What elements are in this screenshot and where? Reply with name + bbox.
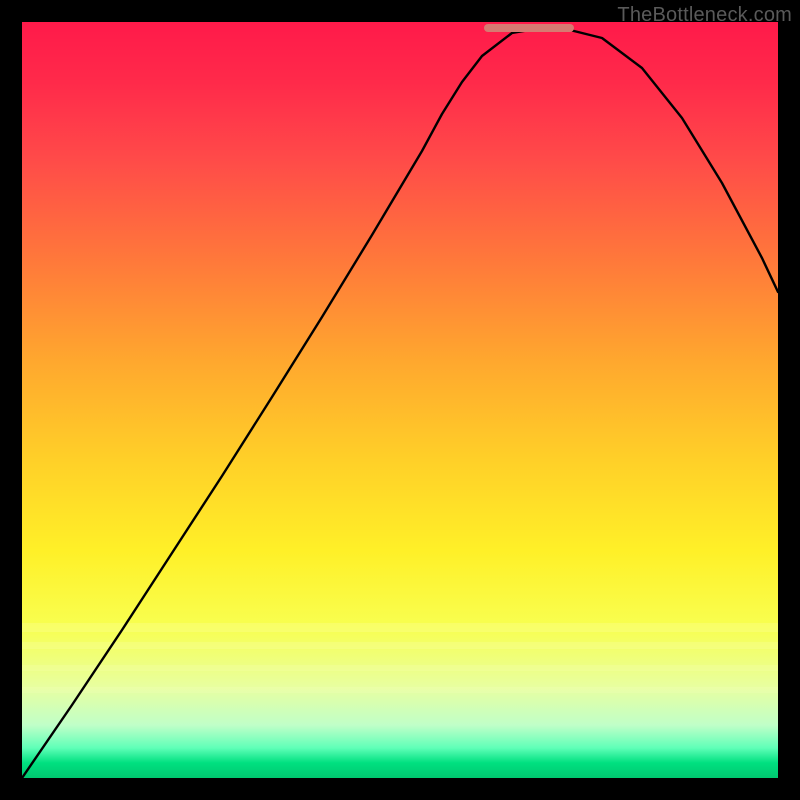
highlight-band-2: [22, 642, 778, 650]
chart-frame: TheBottleneck.com: [0, 0, 800, 800]
highlight-band-3: [22, 665, 778, 672]
highlight-band-4: [22, 687, 778, 693]
trough-marker: [484, 24, 574, 32]
watermark-text: TheBottleneck.com: [617, 4, 792, 27]
plot-area: [22, 22, 778, 778]
highlight-band-1: [22, 623, 778, 632]
